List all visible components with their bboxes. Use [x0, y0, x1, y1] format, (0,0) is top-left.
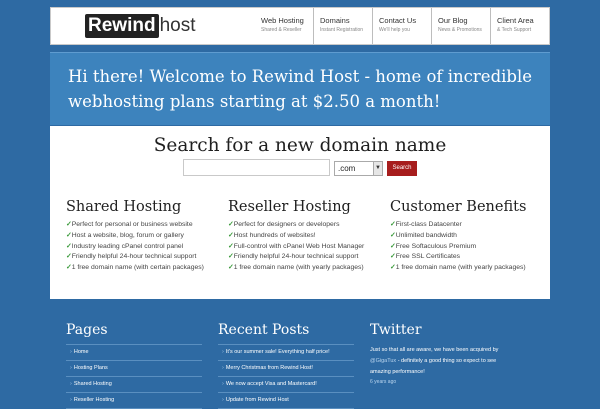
- column-title: Shared Hosting: [66, 199, 182, 215]
- tweet-timestamp[interactable]: 6 years ago: [370, 378, 510, 386]
- hero-banner: Hi there! Welcome to Rewind Host - home …: [50, 52, 550, 125]
- list-item: ✓Host a website, blog, forum or gallery: [66, 231, 184, 239]
- pages-link-hosting-plans[interactable]: › Hosting Plans: [66, 361, 202, 377]
- nav-subtitle: & Tech Support: [497, 27, 532, 33]
- customer-benefits-column: Customer Benefits ✓First-class Datacente…: [390, 198, 550, 274]
- search-button[interactable]: Search: [387, 161, 417, 176]
- nav-title: Our Blog: [438, 16, 468, 25]
- list-item: ✓1 free domain name (with certain packag…: [66, 264, 204, 272]
- feature-list: ✓Perfect for designers or developers ✓Ho…: [228, 220, 388, 274]
- list-item: ✓Free SSL Certificates: [390, 253, 461, 261]
- recent-post-link[interactable]: › We now accept Visa and Mastercard!: [218, 377, 354, 393]
- list-item: ✓Free Softaculous Premium: [390, 242, 477, 250]
- list-item: ✓Perfect for personal or business websit…: [66, 221, 193, 228]
- nav-title: Domains: [320, 16, 350, 25]
- list-item: ✓1 free domain name (with yearly package…: [228, 264, 364, 272]
- domain-search-input[interactable]: [183, 159, 330, 176]
- nav-subtitle: Shared & Reseller: [261, 27, 302, 33]
- footer-twitter-title: Twitter: [370, 322, 422, 338]
- recent-post-link[interactable]: › It's our summer sale! Everything half p…: [218, 344, 354, 361]
- pages-link-reseller-hosting[interactable]: › Reseller Hosting: [66, 393, 202, 409]
- tld-select[interactable]: .com ▼: [334, 161, 383, 176]
- tld-selected-value: .com: [338, 164, 356, 173]
- chevron-right-icon: ›: [70, 397, 72, 403]
- tweet-text: Just so that all are aware, we have been…: [370, 347, 499, 375]
- nav-title: Contact Us: [379, 16, 417, 25]
- list-item: ✓Unlimited bandwidth: [390, 231, 457, 239]
- chevron-right-icon: ›: [70, 381, 72, 387]
- pages-link-shared-hosting[interactable]: › Shared Hosting: [66, 377, 202, 393]
- list-item: ✓Perfect for designers or developers: [228, 221, 340, 228]
- footer-recent-posts: Recent Posts › It's our summer sale! Ever…: [218, 322, 354, 409]
- list-item: ✓Friendly helpful 24-hour technical supp…: [66, 253, 197, 261]
- chevron-right-icon: ›: [70, 365, 72, 371]
- list-item: ✓Host hundreds of websites!: [228, 231, 316, 239]
- chevron-right-icon: ›: [222, 349, 224, 355]
- list-item: ✓First-class Datacenter: [390, 221, 462, 228]
- nav-item-contact-us[interactable]: Contact Us We'll help you: [372, 8, 431, 44]
- nav-item-client-area[interactable]: Client Area & Tech Support: [490, 8, 549, 44]
- logo-host-text: host: [159, 15, 196, 36]
- list-item: ✓Friendly helpful 24-hour technical supp…: [228, 253, 359, 261]
- recent-post-link[interactable]: › Merry Christmas from Rewind Host!: [218, 361, 354, 377]
- recent-posts-list: › It's our summer sale! Everything half p…: [218, 344, 354, 409]
- feature-list: ✓Perfect for personal or business websit…: [66, 220, 226, 274]
- list-item: ✓1 free domain name (with yearly package…: [390, 264, 526, 272]
- site-header: Rewind host Web Hosting Shared & Reselle…: [50, 7, 550, 45]
- nav-subtitle: We'll help you: [379, 27, 410, 33]
- nav-item-web-hosting[interactable]: Web Hosting Shared & Reseller: [255, 8, 313, 44]
- nav-item-our-blog[interactable]: Our Blog News & Promotions: [431, 8, 490, 44]
- shared-hosting-column: Shared Hosting ✓Perfect for personal or …: [66, 198, 226, 274]
- recent-post-link[interactable]: › Update from Rewind Host: [218, 393, 354, 409]
- nav-subtitle: News & Promotions: [438, 27, 482, 33]
- feature-list: ✓First-class Datacenter ✓Unlimited bandw…: [390, 220, 550, 274]
- pages-link-home[interactable]: › Home: [66, 344, 202, 361]
- tweet-handle-link[interactable]: @GigaTux: [370, 358, 396, 364]
- chevron-right-icon: ›: [222, 365, 224, 371]
- column-title: Reseller Hosting: [228, 199, 351, 215]
- pages-list: › Home › Hosting Plans › Shared Hosting › Re…: [66, 344, 202, 409]
- nav-item-domains[interactable]: Domains Instant Registration: [313, 8, 372, 44]
- footer-pages-title: Pages: [66, 322, 108, 338]
- nav-subtitle: Instant Registration: [320, 27, 364, 33]
- site-logo[interactable]: Rewind host: [85, 14, 195, 38]
- chevron-down-icon: ▼: [373, 162, 382, 175]
- hero-welcome-text: Hi there! Welcome to Rewind Host - home …: [68, 67, 533, 111]
- chevron-right-icon: ›: [70, 349, 72, 355]
- footer-pages: Pages › Home › Hosting Plans › Shared Hosti…: [66, 322, 202, 409]
- reseller-hosting-column: Reseller Hosting ✓Perfect for designers …: [228, 198, 388, 274]
- chevron-right-icon: ›: [222, 397, 224, 403]
- nav-title: Web Hosting: [261, 16, 304, 25]
- list-item: ✓Industry leading cPanel control panel: [66, 242, 184, 250]
- footer-twitter: Twitter Just so that all are aware, we h…: [370, 322, 510, 386]
- content-panel: Search for a new domain name .com ▼ Sear…: [50, 126, 550, 299]
- domain-search-title: Search for a new domain name: [153, 135, 447, 156]
- list-item: ✓Full-control with cPanel Web Host Manag…: [228, 242, 365, 250]
- chevron-right-icon: ›: [222, 381, 224, 387]
- main-nav: Web Hosting Shared & Reseller Domains In…: [255, 8, 549, 44]
- nav-title: Client Area: [497, 16, 534, 25]
- logo-box-text: Rewind: [85, 14, 159, 38]
- site-footer: Pages › Home › Hosting Plans › Shared Hosti…: [0, 300, 600, 409]
- footer-recent-title: Recent Posts: [218, 322, 310, 338]
- column-title: Customer Benefits: [390, 199, 527, 215]
